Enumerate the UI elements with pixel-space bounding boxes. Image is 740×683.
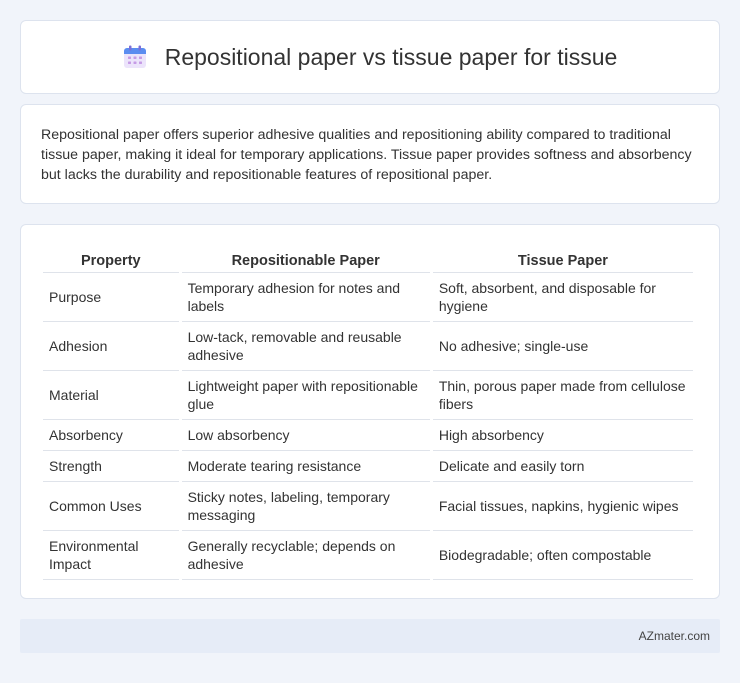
column-header-tissue-paper: Tissue Paper bbox=[432, 243, 693, 273]
table-cell: Lightweight paper with repositionable gl… bbox=[181, 371, 430, 420]
intro-paragraph: Repositional paper offers superior adhes… bbox=[41, 127, 692, 183]
table-cell: Common Uses bbox=[43, 482, 179, 531]
table-row: Material Lightweight paper with repositi… bbox=[43, 371, 693, 420]
table-cell: Generally recyclable; depends on adhesiv… bbox=[181, 531, 430, 580]
table-cell: Biodegradable; often compostable bbox=[432, 531, 693, 580]
table-row: Environmental Impact Generally recyclabl… bbox=[43, 531, 693, 580]
table-cell: Absorbency bbox=[43, 420, 179, 451]
title-card: Repositional paper vs tissue paper for t… bbox=[20, 20, 720, 94]
table-cell: No adhesive; single-use bbox=[432, 322, 693, 371]
table-cell: Environmental Impact bbox=[43, 531, 179, 580]
comparison-table: Property Repositionable Paper Tissue Pap… bbox=[40, 243, 696, 580]
table-cell: Low absorbency bbox=[181, 420, 430, 451]
table-cell: Thin, porous paper made from cellulose f… bbox=[432, 371, 693, 420]
table-cell: Sticky notes, labeling, temporary messag… bbox=[181, 482, 430, 531]
table-cell: Delicate and easily torn bbox=[432, 451, 693, 482]
comparison-card: Property Repositionable Paper Tissue Pap… bbox=[20, 224, 720, 599]
table-row: Purpose Temporary adhesion for notes and… bbox=[43, 273, 693, 322]
intro-card: Repositional paper offers superior adhes… bbox=[20, 104, 720, 204]
title-wrap: Repositional paper vs tissue paper for t… bbox=[123, 43, 618, 71]
table-row: Absorbency Low absorbency High absorbenc… bbox=[43, 420, 693, 451]
table-row: Strength Moderate tearing resistance Del… bbox=[43, 451, 693, 482]
table-cell: Low-tack, removable and reusable adhesiv… bbox=[181, 322, 430, 371]
table-row: Adhesion Low-tack, removable and reusabl… bbox=[43, 322, 693, 371]
table-cell: Soft, absorbent, and disposable for hygi… bbox=[432, 273, 693, 322]
table-cell: Facial tissues, napkins, hygienic wipes bbox=[432, 482, 693, 531]
table-cell: Temporary adhesion for notes and labels bbox=[181, 273, 430, 322]
table-cell: Purpose bbox=[43, 273, 179, 322]
calendar-icon bbox=[123, 45, 147, 69]
footer-bar: AZmater.com bbox=[20, 619, 720, 653]
column-header-repositionable-paper: Repositionable Paper bbox=[181, 243, 430, 273]
table-row: Common Uses Sticky notes, labeling, temp… bbox=[43, 482, 693, 531]
table-header-row: Property Repositionable Paper Tissue Pap… bbox=[43, 243, 693, 273]
footer-brand-link[interactable]: AZmater.com bbox=[639, 629, 710, 643]
table-cell: Material bbox=[43, 371, 179, 420]
table-cell: Moderate tearing resistance bbox=[181, 451, 430, 482]
page-title: Repositional paper vs tissue paper for t… bbox=[164, 43, 618, 70]
table-cell: High absorbency bbox=[432, 420, 693, 451]
table-cell: Strength bbox=[43, 451, 179, 482]
table-cell: Adhesion bbox=[43, 322, 179, 371]
column-header-property: Property bbox=[43, 243, 179, 273]
